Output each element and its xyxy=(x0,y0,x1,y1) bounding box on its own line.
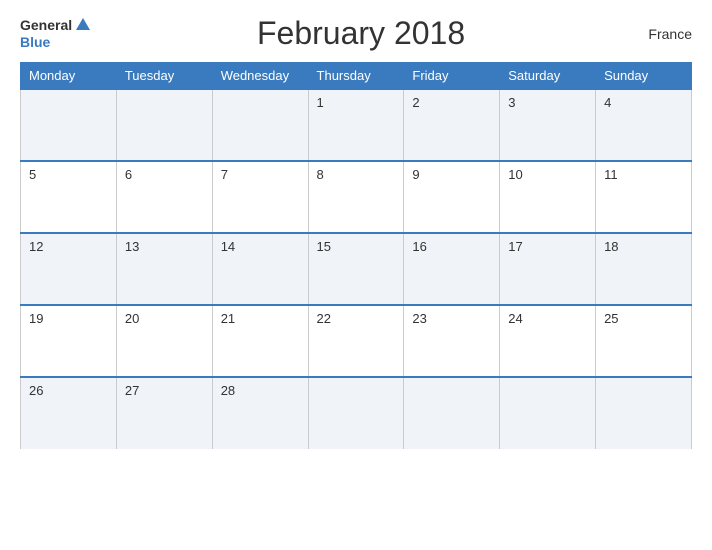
day-number: 24 xyxy=(508,311,522,326)
day-cell: 15 xyxy=(308,233,404,305)
day-cell: 13 xyxy=(116,233,212,305)
week-row-4: 19 20 21 22 23 24 25 xyxy=(21,305,692,377)
day-cell: 21 xyxy=(212,305,308,377)
logo-general-text: General xyxy=(20,17,72,34)
day-cell: 28 xyxy=(212,377,308,449)
day-number: 21 xyxy=(221,311,235,326)
weekday-header-row: MondayTuesdayWednesdayThursdayFridaySatu… xyxy=(21,63,692,90)
day-cell: 17 xyxy=(500,233,596,305)
day-cell: 23 xyxy=(404,305,500,377)
day-number: 3 xyxy=(508,95,515,110)
day-cell: 7 xyxy=(212,161,308,233)
weekday-header-monday: Monday xyxy=(21,63,117,90)
day-cell: 8 xyxy=(308,161,404,233)
country-label: France xyxy=(632,26,692,42)
calendar-table: MondayTuesdayWednesdayThursdayFridaySatu… xyxy=(20,62,692,449)
day-cell xyxy=(596,377,692,449)
day-number: 1 xyxy=(317,95,324,110)
day-cell: 27 xyxy=(116,377,212,449)
day-number: 26 xyxy=(29,383,43,398)
day-cell: 2 xyxy=(404,89,500,161)
day-cell: 24 xyxy=(500,305,596,377)
weekday-header-tuesday: Tuesday xyxy=(116,63,212,90)
day-number: 5 xyxy=(29,167,36,182)
day-cell: 12 xyxy=(21,233,117,305)
day-cell: 5 xyxy=(21,161,117,233)
day-cell: 19 xyxy=(21,305,117,377)
weekday-header-thursday: Thursday xyxy=(308,63,404,90)
day-cell xyxy=(308,377,404,449)
day-cell: 6 xyxy=(116,161,212,233)
logo: General Blue xyxy=(20,17,90,51)
day-cell: 25 xyxy=(596,305,692,377)
day-number: 14 xyxy=(221,239,235,254)
day-cell: 11 xyxy=(596,161,692,233)
day-cell xyxy=(212,89,308,161)
day-cell: 9 xyxy=(404,161,500,233)
calendar-page: General Blue February 2018 France Monday… xyxy=(0,0,712,550)
day-cell: 22 xyxy=(308,305,404,377)
day-number: 22 xyxy=(317,311,331,326)
week-row-3: 12 13 14 15 16 17 18 xyxy=(21,233,692,305)
day-number: 17 xyxy=(508,239,522,254)
day-number: 7 xyxy=(221,167,228,182)
day-number: 25 xyxy=(604,311,618,326)
day-number: 11 xyxy=(604,167,618,182)
day-number: 6 xyxy=(125,167,132,182)
day-cell: 14 xyxy=(212,233,308,305)
day-number: 15 xyxy=(317,239,331,254)
day-number: 8 xyxy=(317,167,324,182)
day-cell: 26 xyxy=(21,377,117,449)
week-row-2: 5 6 7 8 9 10 11 xyxy=(21,161,692,233)
day-cell: 20 xyxy=(116,305,212,377)
day-cell xyxy=(116,89,212,161)
day-number: 18 xyxy=(604,239,618,254)
day-cell: 1 xyxy=(308,89,404,161)
day-number: 27 xyxy=(125,383,139,398)
week-row-1: 1 2 3 4 xyxy=(21,89,692,161)
day-number: 23 xyxy=(412,311,426,326)
logo-triangle-icon xyxy=(76,18,90,30)
weekday-header-saturday: Saturday xyxy=(500,63,596,90)
day-cell: 10 xyxy=(500,161,596,233)
calendar-title: February 2018 xyxy=(257,15,465,52)
day-number: 10 xyxy=(508,167,522,182)
day-cell xyxy=(404,377,500,449)
day-number: 13 xyxy=(125,239,139,254)
weekday-header-sunday: Sunday xyxy=(596,63,692,90)
day-number: 20 xyxy=(125,311,139,326)
day-cell: 4 xyxy=(596,89,692,161)
weekday-header-wednesday: Wednesday xyxy=(212,63,308,90)
day-number: 16 xyxy=(412,239,426,254)
day-cell xyxy=(21,89,117,161)
day-cell xyxy=(500,377,596,449)
logo-blue-text: Blue xyxy=(20,34,90,51)
day-number: 19 xyxy=(29,311,43,326)
day-cell: 16 xyxy=(404,233,500,305)
week-row-5: 26 27 28 xyxy=(21,377,692,449)
day-number: 9 xyxy=(412,167,419,182)
day-number: 2 xyxy=(412,95,419,110)
calendar-header: General Blue February 2018 France xyxy=(20,15,692,52)
day-cell: 18 xyxy=(596,233,692,305)
day-cell: 3 xyxy=(500,89,596,161)
weekday-header-friday: Friday xyxy=(404,63,500,90)
day-number: 4 xyxy=(604,95,611,110)
day-number: 28 xyxy=(221,383,235,398)
day-number: 12 xyxy=(29,239,43,254)
